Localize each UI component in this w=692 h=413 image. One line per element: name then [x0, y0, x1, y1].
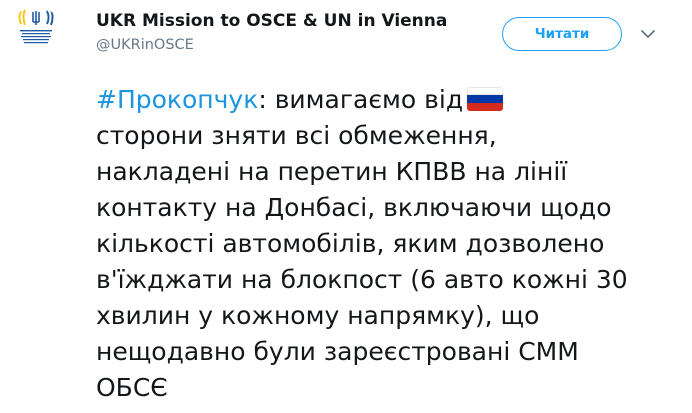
chevron-down-icon[interactable] [640, 26, 656, 42]
account-handle[interactable]: @UKRinOSCE [96, 37, 194, 53]
tweet-line-1-text: : вимагаємо від [258, 85, 464, 114]
tweet-line: ОБСЄ [96, 373, 168, 402]
tweet-line-1: #Прокопчук: вимагаємо від [96, 82, 686, 118]
tweet-line: сторони зняти всі обмеження, [96, 121, 497, 150]
tweet-line: контакту на Донбасі, включаючи щодо [96, 193, 612, 222]
hashtag-link[interactable]: #Прокопчук [96, 85, 258, 114]
follow-button[interactable]: Читати [502, 17, 622, 51]
russia-flag-icon [467, 87, 504, 111]
avatar[interactable] [12, 6, 60, 54]
tweet-line: в'їжджати на блокпост (6 авто кожні 30 [96, 265, 628, 294]
tweet-text: #Прокопчук: вимагаємо від сторони зняти … [96, 82, 686, 406]
mission-logo-icon [12, 6, 60, 54]
tweet-line: накладені на перетин КПВВ на лінії [96, 157, 568, 186]
tweet-line: хвилин у кожному напрямку), що [96, 301, 540, 330]
account-name[interactable]: UKR Mission to OSCE & UN in Vienna [96, 11, 447, 31]
tweet-line: нещодавно були зареєстровані СММ [96, 337, 579, 366]
tweet-card: UKR Mission to OSCE & UN in Vienna @UKRi… [0, 0, 692, 413]
tweet-line: кількості автомобілів, яким дозволено [96, 229, 605, 258]
